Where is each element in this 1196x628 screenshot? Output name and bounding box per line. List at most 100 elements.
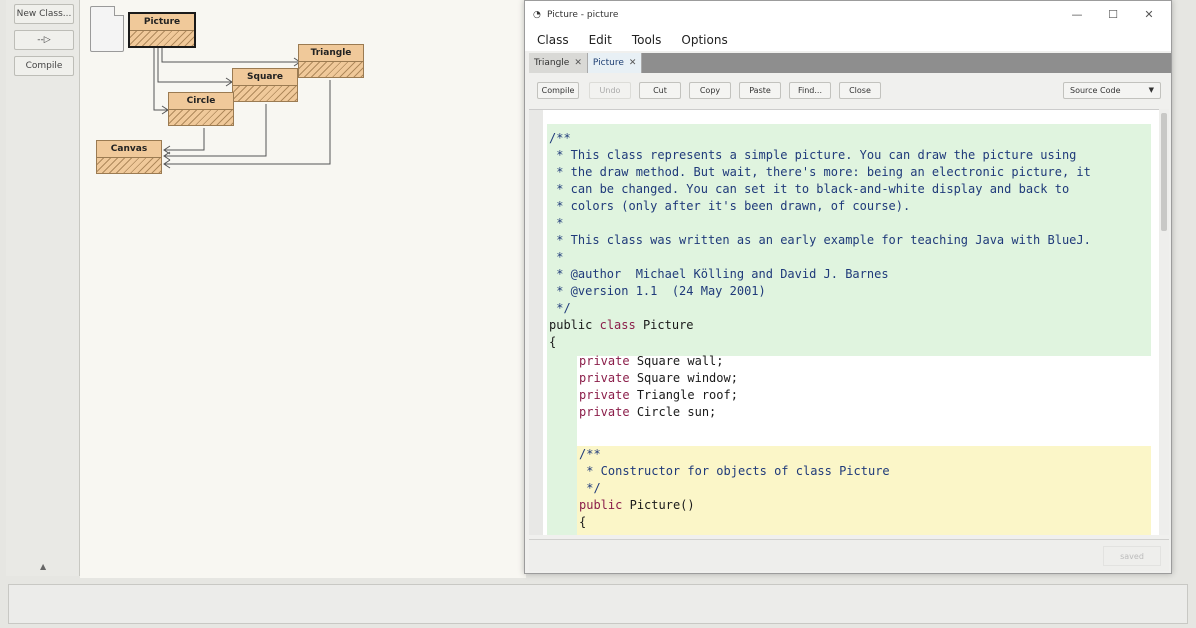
code-line: { (579, 515, 587, 529)
tab-close-icon[interactable]: ✕ (574, 58, 582, 68)
minimize-icon[interactable]: — (1069, 7, 1085, 23)
menu-tools[interactable]: Tools (630, 31, 664, 49)
code-line-field: private Square wall; (579, 353, 724, 370)
keyword: public (579, 498, 623, 512)
editor-tabs: Triangle ✕ Picture ✕ (529, 53, 1171, 73)
code-line: /** (549, 131, 571, 145)
uses-arrow-button[interactable]: --▷ (14, 30, 74, 50)
class-square[interactable]: Square (232, 68, 298, 102)
chevron-down-icon: ▼ (1148, 86, 1154, 94)
code-line-field: private Triangle roof; (579, 387, 738, 404)
keyword: public (549, 318, 593, 332)
menu-options[interactable]: Options (679, 31, 729, 49)
code-line: * @version 1.1 (24 May 2001) (549, 284, 766, 298)
class-circle[interactable]: Circle (168, 92, 234, 126)
menu-edit[interactable]: Edit (587, 31, 614, 49)
class-circle-label: Circle (169, 93, 233, 110)
constructor-signature: Picture() (629, 498, 695, 512)
class-picture[interactable]: Picture (128, 12, 196, 48)
code-line-field: private Square window; (579, 370, 738, 387)
keyword: private (579, 371, 630, 385)
tab-picture-label: Picture (592, 58, 624, 68)
tab-triangle-label: Triangle (534, 58, 570, 68)
compile-button[interactable]: Compile (537, 82, 579, 99)
scrollbar-thumb[interactable] (1161, 113, 1167, 231)
editor-status-bar: saved (529, 539, 1169, 571)
close-icon[interactable]: ✕ (1141, 7, 1157, 23)
close-button[interactable]: Close (839, 82, 881, 99)
code-line: /** (579, 447, 601, 461)
tab-close-icon[interactable]: ✕ (629, 58, 637, 68)
uncompiled-hatch (130, 31, 194, 46)
code-line: * Constructor for objects of class Pictu… (579, 464, 890, 478)
scope-constructor-background (577, 446, 1151, 535)
editor-toolbar: Compile Undo Cut Copy Paste Find... Clos… (529, 79, 1169, 103)
saved-status: saved (1103, 546, 1161, 566)
class-picture-label: Picture (130, 14, 194, 31)
arrow-picture-circle (153, 48, 168, 111)
field-decl: Square window; (636, 371, 738, 385)
bluej-app-icon: ◔ (533, 10, 541, 20)
class-triangle[interactable]: Triangle (298, 44, 364, 78)
keyword: private (579, 354, 630, 368)
class-square-label: Square (233, 69, 297, 86)
undo-button[interactable]: Undo (589, 82, 631, 99)
field-decl: Triangle roof; (636, 388, 738, 402)
code-line: */ (579, 481, 601, 495)
message-bar (8, 584, 1188, 624)
uncompiled-hatch (233, 86, 297, 101)
menu-bar: Class Edit Tools Options (525, 29, 1171, 51)
code-line-class-decl: public class Picture (549, 317, 694, 334)
class-canvas[interactable]: Canvas (96, 140, 162, 174)
code-line: * This class was written as an early exa… (549, 233, 1091, 247)
code-editor[interactable]: /** * This class represents a simple pic… (529, 109, 1159, 535)
tab-picture[interactable]: Picture ✕ (587, 53, 643, 73)
class-triangle-label: Triangle (299, 45, 363, 62)
uncompiled-hatch (299, 62, 363, 77)
compile-project-button[interactable]: Compile (14, 56, 74, 76)
editor-title: Picture - picture (547, 10, 619, 20)
keyword: private (579, 405, 630, 419)
new-class-button[interactable]: New Class... (14, 4, 74, 24)
field-decl: Circle sun; (636, 405, 717, 419)
maximize-icon[interactable]: ☐ (1105, 7, 1121, 23)
menu-class[interactable]: Class (535, 31, 571, 49)
view-selector-value: Source Code (1070, 86, 1121, 95)
collapse-arrow-icon[interactable]: ▲ (40, 562, 46, 571)
vertical-scrollbar[interactable] (1159, 109, 1169, 535)
line-gutter[interactable] (529, 110, 543, 535)
tab-triangle[interactable]: Triangle ✕ (529, 53, 588, 73)
paste-button[interactable]: Paste (739, 82, 781, 99)
code-line: * This class represents a simple picture… (549, 148, 1077, 162)
keyword: private (579, 388, 630, 402)
find-button[interactable]: Find... (789, 82, 831, 99)
left-toolbar: New Class... --▷ Compile ▲ (6, 0, 80, 576)
class-canvas-label: Canvas (97, 141, 161, 158)
cut-button[interactable]: Cut (639, 82, 681, 99)
uncompiled-hatch (97, 158, 161, 173)
arrow-circle-canvas (164, 128, 205, 151)
arrow-picture-square (157, 48, 232, 83)
view-selector[interactable]: Source Code ▼ (1063, 82, 1161, 99)
class-identifier: Picture (642, 318, 694, 332)
keyword: class (599, 318, 636, 332)
uncompiled-hatch (169, 110, 233, 125)
code-line: * (549, 216, 564, 230)
readme-note-icon[interactable] (90, 6, 124, 52)
code-line: * the draw method. But wait, there's mor… (549, 165, 1091, 179)
code-line: * (549, 250, 564, 264)
bluej-app: New Class... --▷ Compile ▲ Picture Trian… (0, 0, 1196, 628)
field-decl: Square wall; (636, 354, 724, 368)
code-line: */ (549, 301, 571, 315)
editor-window: ◔ Picture - picture — ☐ ✕ Class Edit Too… (524, 0, 1172, 574)
code-line: * @author Michael Kölling and David J. B… (549, 267, 889, 281)
code-line: * colors (only after it's been drawn, of… (549, 199, 911, 213)
code-line-field: private Circle sun; (579, 404, 716, 421)
dependency-arrows (153, 48, 331, 169)
code-line-constructor: public Picture() (579, 497, 695, 514)
copy-button[interactable]: Copy (689, 82, 731, 99)
arrow-picture-triangle (161, 48, 300, 63)
class-diagram[interactable]: Picture Triangle Square Circle Canvas (80, 0, 526, 578)
code-line: * can be changed. You can set it to blac… (549, 182, 1070, 196)
code-line: { (549, 335, 557, 349)
